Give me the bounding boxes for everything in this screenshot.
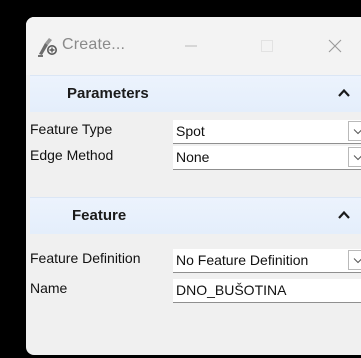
window-title: Create... <box>62 36 126 53</box>
minimize-button[interactable] <box>176 31 206 61</box>
close-icon <box>328 39 342 53</box>
parameters-section-header[interactable]: Parameters <box>30 75 361 112</box>
maximize-icon <box>261 40 273 52</box>
chevron-up-icon[interactable] <box>338 88 350 98</box>
feature-type-label: Feature Type <box>30 121 113 137</box>
feature-definition-dropdown[interactable]: No Feature Definition <box>173 249 361 273</box>
edge-method-dropdown-button[interactable] <box>348 147 361 167</box>
create-feature-icon <box>38 38 57 57</box>
create-dialog-window: Create... Parameters Feature Type Spot E… <box>26 17 361 355</box>
close-button[interactable] <box>320 31 350 61</box>
title-bar[interactable]: Create... <box>26 17 361 75</box>
minimize-icon <box>185 45 197 47</box>
feature-definition-label: Feature Definition <box>30 250 141 266</box>
name-label: Name <box>30 280 68 296</box>
maximize-button[interactable] <box>252 31 282 61</box>
feature-definition-value: No Feature Definition <box>176 252 309 268</box>
feature-type-value: Spot <box>176 123 205 139</box>
feature-definition-dropdown-button[interactable] <box>348 250 361 270</box>
feature-section-title: Feature <box>72 207 127 224</box>
chevron-down-icon <box>353 128 361 134</box>
name-input[interactable]: DNO_BUŠOTINA <box>173 279 361 303</box>
feature-type-dropdown[interactable]: Spot <box>173 120 361 144</box>
edge-method-dropdown[interactable]: None <box>173 146 361 170</box>
chevron-down-icon <box>353 257 361 263</box>
chevron-down-icon <box>353 154 361 160</box>
feature-section-header[interactable]: Feature <box>30 197 361 234</box>
chevron-up-icon[interactable] <box>338 210 350 220</box>
name-value: DNO_BUŠOTINA <box>176 282 287 298</box>
parameters-section-title: Parameters <box>67 85 149 102</box>
feature-type-dropdown-button[interactable] <box>348 121 361 141</box>
edge-method-value: None <box>176 149 210 165</box>
edge-method-label: Edge Method <box>30 147 114 163</box>
